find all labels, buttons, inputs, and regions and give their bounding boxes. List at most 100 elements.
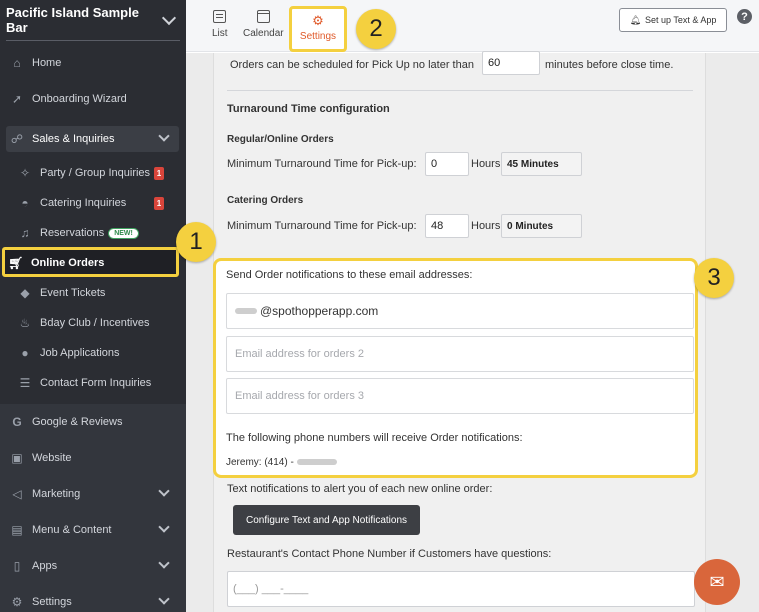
sidebar-item-party[interactable]: ✧ Party / Group Inquiries 1 bbox=[18, 163, 178, 183]
sidebar-item-label: Website bbox=[32, 452, 72, 464]
google-icon: G bbox=[12, 415, 22, 429]
ticket-icon: ◆ bbox=[20, 286, 30, 300]
callout-2: 2 bbox=[356, 9, 396, 49]
sidebar-item-catering[interactable]: ◓ Catering Inquiries 1 bbox=[18, 193, 178, 213]
regular-minutes-select[interactable]: 45 Minutes bbox=[501, 152, 582, 176]
email-value: @spothopperapp.com bbox=[260, 304, 379, 318]
regular-hours-unit: Hours bbox=[471, 158, 501, 170]
sidebar-item-label: Marketing bbox=[32, 488, 81, 500]
setup-text-app-button[interactable]: 🔔︎ Set up Text & App bbox=[619, 8, 727, 32]
venue-selector[interactable]: Pacific Island Sample Bar bbox=[0, 0, 186, 40]
user-icon: ● bbox=[21, 346, 29, 360]
chevron-down-icon bbox=[158, 485, 170, 497]
tab-calendar[interactable]: Calendar bbox=[243, 10, 284, 39]
catering-turnaround-label: Minimum Turnaround Time for Pick-up: bbox=[227, 220, 417, 232]
sidebar-item-google-reviews[interactable]: G Google & Reviews bbox=[10, 412, 178, 432]
sidebar-item-contact-form[interactable]: ☰ Contact Form Inquiries bbox=[18, 373, 178, 393]
sidebar-item-label: Google & Reviews bbox=[32, 416, 123, 428]
top-toolbar: List Calendar ⚙ Settings 🔔︎ Set up Text … bbox=[186, 0, 759, 52]
chat-support-icon[interactable]: ✉ bbox=[694, 559, 740, 605]
sidebar-item-label: Onboarding Wizard bbox=[32, 93, 127, 105]
globe-icon: ▣ bbox=[11, 451, 23, 465]
sidebar-item-menu-content[interactable]: ▤ Menu & Content bbox=[10, 520, 178, 540]
pickup-minutes-input[interactable]: 60 bbox=[482, 51, 540, 75]
sidebar-divider bbox=[6, 40, 180, 41]
party-icon: ✧ bbox=[19, 166, 31, 180]
home-icon: ⌂ bbox=[13, 56, 21, 70]
chevron-down-icon bbox=[158, 593, 170, 605]
sidebar-item-label: Catering Inquiries bbox=[40, 197, 127, 209]
sidebar-item-website[interactable]: ▣ Website bbox=[10, 448, 178, 468]
sidebar-item-label: Online Orders bbox=[31, 257, 105, 269]
text-notifications-label: Text notifications to alert you of each … bbox=[227, 483, 493, 495]
chevron-down-icon bbox=[161, 10, 177, 25]
sidebar-item-label: Job Applications bbox=[40, 347, 120, 359]
phone-entry: Jeremy: (414) - bbox=[226, 457, 340, 468]
sidebar-lower-section: G Google & Reviews ▣ Website ◁ Marketing… bbox=[0, 404, 186, 612]
list-icon bbox=[213, 10, 227, 23]
sidebar-item-apps[interactable]: ▯ Apps bbox=[10, 556, 178, 576]
new-badge: NEW! bbox=[108, 227, 139, 239]
phone-entry-text: Jeremy: (414) - bbox=[226, 457, 294, 468]
catering-minutes-select[interactable]: 0 Minutes bbox=[501, 214, 582, 238]
tab-label: Settings bbox=[299, 31, 337, 42]
chevron-down-icon bbox=[158, 130, 170, 142]
redacted-text bbox=[296, 459, 337, 465]
regular-turnaround-label: Minimum Turnaround Time for Pick-up: bbox=[227, 158, 417, 170]
email-notifications-section: Send Order notifications to these email … bbox=[213, 258, 698, 478]
help-icon[interactable]: ? bbox=[737, 9, 752, 24]
chevron-down-icon bbox=[158, 521, 170, 533]
sidebar-item-home[interactable]: ⌂ Home bbox=[10, 53, 178, 73]
catering-hours-input[interactable]: 48 bbox=[425, 214, 469, 238]
phone-icon: ▯ bbox=[13, 559, 21, 573]
bell-icon: ♫ bbox=[20, 226, 30, 240]
sidebar-item-label: Settings bbox=[32, 596, 72, 608]
tab-settings[interactable]: ⚙ Settings bbox=[289, 6, 347, 52]
contact-phone-label: Restaurant's Contact Phone Number if Cus… bbox=[227, 548, 552, 560]
tab-label: List bbox=[212, 28, 228, 39]
section-divider bbox=[227, 90, 693, 91]
email-field-2[interactable]: Email address for orders 2 bbox=[226, 336, 694, 372]
megaphone-icon: ◁ bbox=[12, 487, 22, 501]
sidebar-item-label: Menu & Content bbox=[32, 524, 112, 536]
button-label: Set up Text & App bbox=[645, 15, 717, 25]
rocket-icon: ➚ bbox=[11, 92, 23, 106]
cart-icon: 🛒︎ bbox=[8, 256, 24, 270]
tab-label: Calendar bbox=[243, 28, 284, 39]
catering-icon: ◓ bbox=[21, 196, 29, 210]
turnaround-heading: Turnaround Time configuration bbox=[227, 103, 390, 115]
sidebar-item-settings[interactable]: ⚙ Settings bbox=[10, 592, 178, 612]
sidebar-item-marketing[interactable]: ◁ Marketing bbox=[10, 484, 178, 504]
sidebar-item-label: Reservations bbox=[40, 227, 105, 239]
contact-phone-input[interactable]: (___) ___-____ bbox=[227, 571, 695, 607]
venue-name: Pacific Island Sample Bar bbox=[6, 5, 139, 35]
online-orders-row: 🛒︎ Online Orders bbox=[8, 253, 168, 273]
bell-icon: 🔔︎ bbox=[629, 14, 642, 25]
chevron-down-icon bbox=[158, 557, 170, 569]
sidebar-item-label: Event Tickets bbox=[40, 287, 106, 299]
callout-1: 1 bbox=[176, 222, 216, 262]
sidebar-item-online-orders[interactable]: 🛒︎ Online Orders bbox=[2, 247, 179, 277]
sidebar-item-event-tickets[interactable]: ◆ Event Tickets bbox=[18, 283, 178, 303]
email-heading: Send Order notifications to these email … bbox=[226, 269, 473, 281]
sidebar-item-label: Party / Group Inquiries bbox=[40, 167, 151, 179]
sidebar-item-sales[interactable]: ☍ Sales & Inquiries bbox=[10, 129, 178, 149]
email-field-1[interactable]: @spothopperapp.com bbox=[226, 293, 694, 329]
sidebar-item-reservations[interactable]: ♫ Reservations NEW! bbox=[18, 223, 178, 243]
tab-list[interactable]: List bbox=[212, 10, 228, 39]
form-icon: ☰ bbox=[19, 376, 31, 390]
gear-icon: ⚙ bbox=[11, 595, 23, 609]
sidebar-item-job-applications[interactable]: ● Job Applications bbox=[18, 343, 178, 363]
notification-badge: 1 bbox=[154, 196, 164, 210]
sidebar-item-bday-club[interactable]: ♨ Bday Club / Incentives bbox=[18, 313, 178, 333]
configure-notifications-button[interactable]: Configure Text and App Notifications bbox=[233, 505, 420, 535]
sidebar-item-label: Apps bbox=[32, 560, 58, 572]
chat-icon: ☍ bbox=[10, 132, 24, 146]
email-field-3[interactable]: Email address for orders 3 bbox=[226, 378, 694, 414]
catering-hours-unit: Hours bbox=[471, 220, 501, 232]
catering-orders-heading: Catering Orders bbox=[227, 195, 304, 206]
sidebar-item-onboarding[interactable]: ➚ Onboarding Wizard bbox=[10, 89, 178, 109]
redacted-text bbox=[235, 308, 257, 314]
regular-hours-input[interactable]: 0 bbox=[425, 152, 469, 176]
phone-heading: The following phone numbers will receive… bbox=[226, 432, 523, 444]
